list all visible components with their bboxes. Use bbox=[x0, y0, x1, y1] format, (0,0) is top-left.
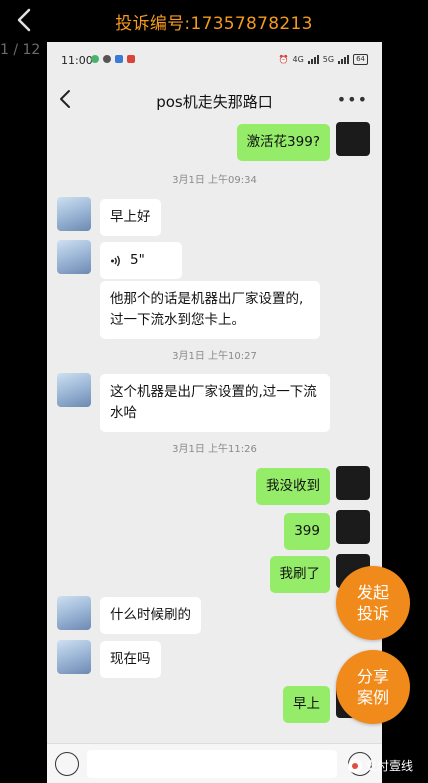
signal-bars-2-icon bbox=[338, 55, 350, 64]
battery-level: 64 bbox=[353, 54, 368, 65]
avatar-self bbox=[336, 122, 370, 156]
message-input[interactable] bbox=[87, 750, 337, 778]
phone-screenshot: 11:00 ⏰ 4G 5G 64 pos机走失那路口 ••• 激活花399? 3… bbox=[47, 42, 382, 783]
message-other: 早上好 bbox=[100, 199, 161, 236]
message-timestamp: 3月1日 上午10:27 bbox=[172, 351, 257, 362]
message-self: 399 bbox=[284, 513, 330, 550]
status-bar: 11:00 ⏰ 4G 5G 64 bbox=[47, 42, 382, 78]
start-complaint-button[interactable]: 发起投诉 bbox=[336, 566, 410, 640]
avatar-other bbox=[57, 596, 91, 630]
message-self: 早上 bbox=[283, 686, 330, 723]
app-notification-icon bbox=[91, 55, 99, 63]
avatar-self bbox=[336, 510, 370, 544]
voice-duration: 5" bbox=[130, 252, 145, 268]
watermark-logo-icon bbox=[348, 758, 362, 773]
message-notification-icon bbox=[103, 55, 111, 63]
voice-message[interactable]: 5" bbox=[100, 242, 182, 279]
message-self: 我刷了 bbox=[269, 556, 330, 593]
notification-icons bbox=[91, 55, 135, 63]
complaint-number-title: 投诉编号:17357878213 bbox=[115, 14, 313, 34]
share-case-button[interactable]: 分享案例 bbox=[336, 650, 410, 724]
viewer-topbar: 投诉编号:17357878213 bbox=[0, 0, 428, 40]
chat-title: pos机走失那路口 bbox=[156, 93, 273, 111]
avatar-other bbox=[57, 240, 91, 274]
message-other: 他那个的话是机器出厂家设置的,过一下流水到您卡上。 bbox=[100, 281, 320, 339]
message-other: 这个机器是出厂家设置的,过一下流水哈 bbox=[100, 374, 330, 432]
message-self: 我没收到 bbox=[256, 468, 330, 505]
avatar-self bbox=[336, 466, 370, 500]
signal-4g-label: 4G bbox=[292, 55, 304, 64]
mail-notification-icon bbox=[127, 55, 135, 63]
message-timestamp: 3月1日 上午11:26 bbox=[172, 444, 257, 455]
avatar-other bbox=[57, 373, 91, 407]
status-time: 11:00 bbox=[61, 54, 93, 67]
signal-bars-icon bbox=[307, 55, 319, 64]
avatar-other bbox=[57, 197, 91, 231]
page-counter: 1 / 12 bbox=[0, 42, 41, 58]
message-timestamp: 3月1日 上午09:34 bbox=[172, 175, 257, 186]
alarm-icon: ⏰ bbox=[278, 55, 289, 64]
voice-input-icon[interactable] bbox=[55, 752, 79, 776]
chat-input-bar bbox=[47, 743, 382, 783]
image-notification-icon bbox=[115, 55, 123, 63]
more-icon[interactable]: ••• bbox=[337, 90, 368, 109]
chat-header: pos机走失那路口 ••• bbox=[47, 78, 382, 122]
message-other: 现在吗 bbox=[100, 641, 161, 678]
avatar-other bbox=[57, 640, 91, 674]
voice-icon bbox=[111, 255, 120, 266]
message-other: 什么时候刷的 bbox=[100, 597, 201, 634]
status-right: ⏰ 4G 5G 64 bbox=[279, 54, 368, 65]
watermark: 支付壹线 bbox=[348, 757, 413, 774]
message-self: 激活花399? bbox=[236, 124, 330, 161]
signal-5g-label: 5G bbox=[322, 55, 335, 64]
